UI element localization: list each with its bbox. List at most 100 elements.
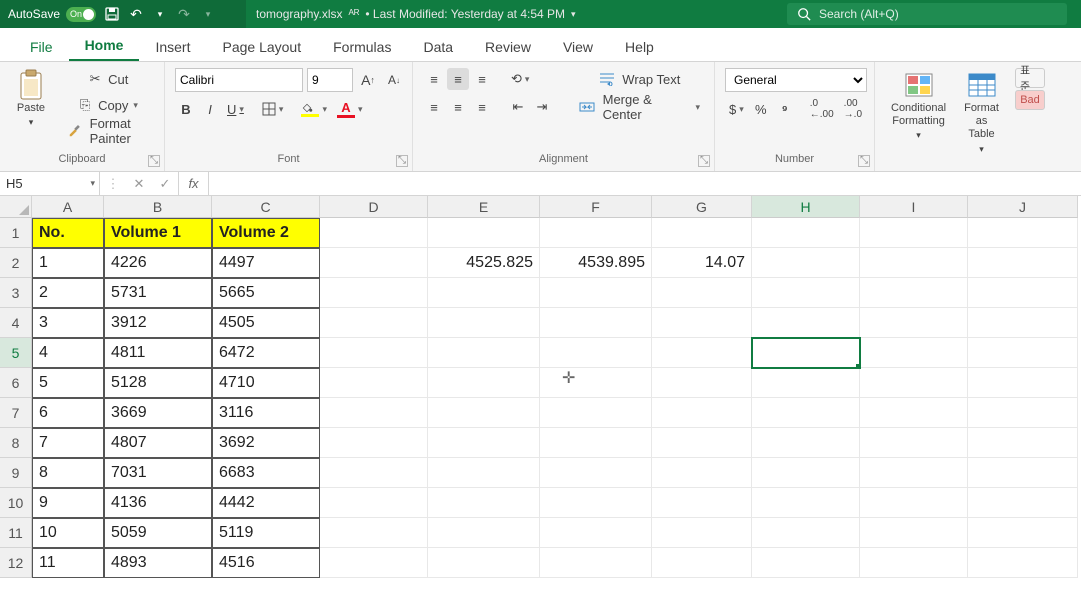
cell-D8[interactable]	[320, 428, 428, 458]
cell-E11[interactable]	[428, 518, 540, 548]
cell-G10[interactable]	[652, 488, 752, 518]
cell-J2[interactable]	[968, 248, 1078, 278]
cell-G11[interactable]	[652, 518, 752, 548]
cell-H11[interactable]	[752, 518, 860, 548]
cell-B4[interactable]: 3912	[104, 308, 212, 338]
cell-A5[interactable]: 4	[32, 338, 104, 368]
cut-button[interactable]: ✂ Cut	[64, 68, 154, 90]
column-header-H[interactable]: H	[752, 196, 860, 218]
cell-B5[interactable]: 4811	[104, 338, 212, 368]
cell-H3[interactable]	[752, 278, 860, 308]
cell-J4[interactable]	[968, 308, 1078, 338]
cell-A11[interactable]: 10	[32, 518, 104, 548]
cell-F12[interactable]	[540, 548, 652, 578]
cell-J11[interactable]	[968, 518, 1078, 548]
font-size-select[interactable]	[307, 68, 353, 92]
cell-F6[interactable]	[540, 368, 652, 398]
cell-style-bad[interactable]: Bad	[1015, 90, 1045, 110]
orientation-button[interactable]: ⟲	[507, 68, 533, 90]
cell-D1[interactable]	[320, 218, 428, 248]
select-all-corner[interactable]	[0, 196, 32, 218]
cell-H6[interactable]	[752, 368, 860, 398]
cell-B7[interactable]: 3669	[104, 398, 212, 428]
column-header-A[interactable]: A	[32, 196, 104, 218]
cell-J1[interactable]	[968, 218, 1078, 248]
tab-view[interactable]: View	[547, 33, 609, 61]
cell-B2[interactable]: 4226	[104, 248, 212, 278]
cell-F2[interactable]: 4539.895	[540, 248, 652, 278]
cell-A1[interactable]: No.	[32, 218, 104, 248]
column-header-E[interactable]: E	[428, 196, 540, 218]
cell-E12[interactable]	[428, 548, 540, 578]
decrease-indent-icon[interactable]: ⇤	[507, 96, 529, 118]
cell-I2[interactable]	[860, 248, 968, 278]
fill-color-button[interactable]	[297, 98, 331, 120]
cell-E10[interactable]	[428, 488, 540, 518]
cell-G9[interactable]	[652, 458, 752, 488]
cell-F10[interactable]	[540, 488, 652, 518]
increase-font-icon[interactable]: A↑	[357, 69, 379, 91]
cell-B11[interactable]: 5059	[104, 518, 212, 548]
cell-D2[interactable]	[320, 248, 428, 278]
cell-G3[interactable]	[652, 278, 752, 308]
format-as-table-button[interactable]: Format as Table▾	[956, 68, 1007, 156]
align-top-icon[interactable]: ≡	[423, 68, 445, 90]
row-header-12[interactable]: 12	[0, 548, 32, 578]
cell-G6[interactable]	[652, 368, 752, 398]
cell-I8[interactable]	[860, 428, 968, 458]
cell-C6[interactable]: 4710	[212, 368, 320, 398]
row-header-11[interactable]: 11	[0, 518, 32, 548]
tab-insert[interactable]: Insert	[139, 33, 206, 61]
cell-C3[interactable]: 5665	[212, 278, 320, 308]
comma-style-button[interactable]: ⁹	[774, 98, 796, 120]
cell-D3[interactable]	[320, 278, 428, 308]
cell-F11[interactable]	[540, 518, 652, 548]
accounting-format-button[interactable]: $	[725, 98, 748, 120]
column-header-G[interactable]: G	[652, 196, 752, 218]
cell-D4[interactable]	[320, 308, 428, 338]
cell-I10[interactable]	[860, 488, 968, 518]
formula-input[interactable]	[209, 172, 1081, 195]
cell-F1[interactable]	[540, 218, 652, 248]
cell-E9[interactable]	[428, 458, 540, 488]
align-right-icon[interactable]: ≡	[471, 96, 493, 118]
cell-A7[interactable]: 6	[32, 398, 104, 428]
cell-A9[interactable]: 8	[32, 458, 104, 488]
borders-button[interactable]	[258, 98, 288, 120]
cell-I3[interactable]	[860, 278, 968, 308]
cell-E5[interactable]	[428, 338, 540, 368]
cell-G2[interactable]: 14.07	[652, 248, 752, 278]
cell-F9[interactable]	[540, 458, 652, 488]
column-header-C[interactable]: C	[212, 196, 320, 218]
cell-I4[interactable]	[860, 308, 968, 338]
percent-style-button[interactable]: %	[750, 98, 772, 120]
row-header-6[interactable]: 6	[0, 368, 32, 398]
cell-I12[interactable]	[860, 548, 968, 578]
cell-I7[interactable]	[860, 398, 968, 428]
copy-button[interactable]: ⎘ Copy	[64, 94, 154, 116]
cell-F4[interactable]	[540, 308, 652, 338]
alignment-launcher-icon[interactable]: ⤡	[698, 155, 710, 167]
cell-G7[interactable]	[652, 398, 752, 428]
cell-A2[interactable]: 1	[32, 248, 104, 278]
cell-E4[interactable]	[428, 308, 540, 338]
tab-page-layout[interactable]: Page Layout	[206, 33, 317, 61]
wrap-text-button[interactable]: Wrap Text	[575, 68, 704, 90]
last-modified-dropdown-icon[interactable]: ▾	[571, 9, 576, 20]
enter-formula-icon[interactable]: ✓	[152, 176, 178, 192]
cell-J12[interactable]	[968, 548, 1078, 578]
cell-I6[interactable]	[860, 368, 968, 398]
number-format-select[interactable]: General	[725, 68, 867, 92]
cell-J5[interactable]	[968, 338, 1078, 368]
cell-H9[interactable]	[752, 458, 860, 488]
paste-button[interactable]: Paste ▾	[10, 68, 52, 130]
cell-G5[interactable]	[652, 338, 752, 368]
cell-E3[interactable]	[428, 278, 540, 308]
cell-D11[interactable]	[320, 518, 428, 548]
cell-C8[interactable]: 3692	[212, 428, 320, 458]
cell-C10[interactable]: 4442	[212, 488, 320, 518]
row-header-3[interactable]: 3	[0, 278, 32, 308]
merge-center-button[interactable]: Merge & Center	[575, 96, 704, 118]
cell-J10[interactable]	[968, 488, 1078, 518]
cell-G1[interactable]	[652, 218, 752, 248]
